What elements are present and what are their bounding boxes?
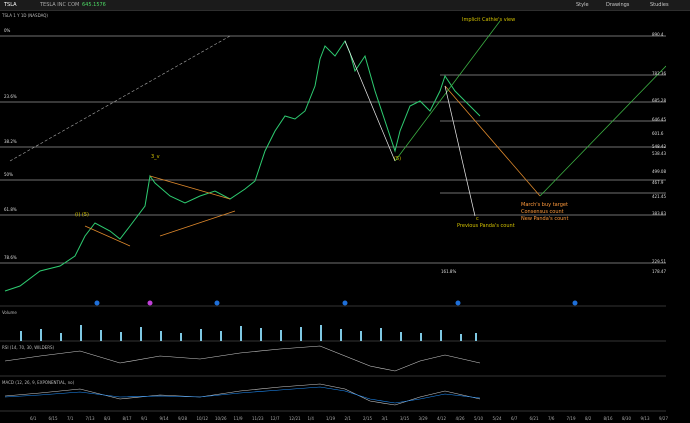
- previous-panda-line: [444, 85, 476, 217]
- fib-label: 78.6%: [4, 255, 17, 260]
- x-axis-label: 3/29: [418, 416, 428, 421]
- fib-label: 23.6%: [4, 94, 17, 99]
- fib-label: 38.2%: [4, 139, 17, 144]
- price-tag: 383.83: [652, 211, 666, 216]
- event-icon: [572, 300, 578, 306]
- company-name: TESLA INC COM: [40, 2, 80, 8]
- wave-line: [344, 40, 396, 162]
- x-axis-label: 9/28: [178, 416, 187, 421]
- x-axis-label: 9/14: [159, 416, 169, 421]
- price-tag: 467.9: [652, 180, 664, 185]
- price-tag: 601.6: [652, 131, 664, 136]
- event-icon: [214, 300, 220, 306]
- wave-label: (5): [394, 156, 402, 162]
- wave-label: c: [476, 216, 479, 222]
- x-axis-label: 8/16: [603, 416, 613, 421]
- consensus-label: Consensus count: [521, 209, 564, 215]
- x-axis-label: 7/6: [548, 416, 555, 421]
- symbol-field[interactable]: TSLA: [4, 0, 17, 10]
- price-tag: 685.28: [652, 98, 666, 103]
- triangle-small: [84, 225, 131, 247]
- price-tag: 178.47: [652, 269, 666, 274]
- chart-area[interactable]: TSLA 1 Y 1D (NASDAQ) 0% 23.6% 38.2% 50% …: [0, 11, 690, 423]
- x-axis-label: 8/3: [104, 416, 111, 421]
- x-axis-label: 4/12: [437, 416, 446, 421]
- cathie-view-label: Implicit Cathie's view: [462, 17, 516, 23]
- x-axis-label: 3/1: [381, 416, 388, 421]
- x-axis-label: 6/1: [30, 416, 37, 421]
- x-axis-label: 11/23: [252, 416, 264, 421]
- price-tag: 890.4: [652, 32, 664, 37]
- x-axis-label: 3/15: [400, 416, 409, 421]
- x-axis-label: 8/17: [122, 416, 132, 421]
- new-panda-line: [539, 65, 666, 197]
- x-axis-label: 9/1: [141, 416, 148, 421]
- x-axis-label: 8/30: [622, 416, 631, 421]
- wave-label: 3_v: [151, 154, 160, 160]
- studies-menu[interactable]: Studies: [650, 0, 669, 10]
- price-tag: 646.45: [652, 117, 666, 122]
- x-axis-label: 1/19: [326, 416, 335, 421]
- event-icon: [342, 300, 348, 306]
- wave-label: (i) (5): [75, 212, 89, 218]
- x-axis-label: 4/26: [455, 416, 465, 421]
- price-tag: 499.08: [652, 169, 666, 174]
- price-tag: 229.51: [652, 259, 666, 264]
- price-tag: 548.42: [652, 144, 666, 149]
- price-series: [4, 39, 481, 292]
- march-target-label: March's buy target: [521, 202, 568, 208]
- x-axis-label: 7/19: [566, 416, 576, 421]
- x-axis-label: 5/24: [492, 416, 502, 421]
- rsi-line: [4, 345, 481, 372]
- x-axis-label: 10/12: [196, 416, 209, 421]
- x-axis-label: 9/13: [640, 416, 650, 421]
- price-tag: 782.36: [652, 71, 666, 76]
- x-axis-label: 6/21: [529, 416, 539, 421]
- x-axis-label: 2/1: [344, 416, 351, 421]
- x-axis-label: 8/2: [585, 416, 592, 421]
- x-axis-label: 11/9: [233, 416, 243, 421]
- event-icon: [455, 300, 461, 306]
- x-axis-label: 12/7: [270, 416, 280, 421]
- fib-label: 0%: [4, 28, 11, 33]
- x-axis-label: 6/15: [48, 416, 58, 421]
- event-icon: [94, 300, 100, 306]
- style-menu[interactable]: Style: [576, 0, 589, 10]
- fib-label: 61.8%: [4, 207, 17, 212]
- top-toolbar: TSLA TESLA INC COM 645.1576 Style Drawin…: [0, 0, 690, 11]
- new-panda-label: New Panda's count: [521, 216, 569, 222]
- x-axis-label: 1/4: [307, 416, 314, 421]
- x-axis-label: 7/13: [85, 416, 95, 421]
- triangle-upper: [149, 175, 231, 200]
- macd-title: MACD (12, 26, 9, EXPONENTIAL, no): [2, 380, 75, 385]
- x-axis-label: 12/21: [289, 416, 301, 421]
- price-tag: 538.43: [652, 151, 666, 156]
- x-axis-label: 2/15: [363, 416, 372, 421]
- event-icon: [147, 300, 153, 306]
- rsi-title: RSI (14, 70, 30, WILDERS): [2, 345, 55, 350]
- x-axis: 6/1 6/15 7/1 7/13 8/3 8/17 9/1 9/14 9/28 10/12 10/…: [0, 413, 668, 423]
- previous-panda-label: Previous Panda's count: [457, 223, 515, 229]
- volume-title: Volume: [2, 310, 17, 315]
- x-axis-label: 5/10: [474, 416, 483, 421]
- fib-label: 50%: [4, 172, 13, 177]
- last-price: 645.1576: [82, 2, 106, 8]
- x-axis-label: 7/1: [67, 416, 74, 421]
- x-axis-label: 10/26: [215, 416, 227, 421]
- price-tag: 421.45: [652, 194, 666, 199]
- fib-label: 161.8%: [441, 269, 457, 274]
- drawings-menu[interactable]: Drawings: [606, 0, 629, 10]
- march-target-path: [444, 85, 541, 197]
- volume-bars: [20, 325, 477, 341]
- trend-dashed: [9, 35, 231, 162]
- x-axis-label: 9/27: [659, 416, 668, 421]
- cathie-view-line: [394, 20, 501, 162]
- x-axis-label: 6/7: [511, 416, 518, 421]
- macd-line: [4, 383, 481, 406]
